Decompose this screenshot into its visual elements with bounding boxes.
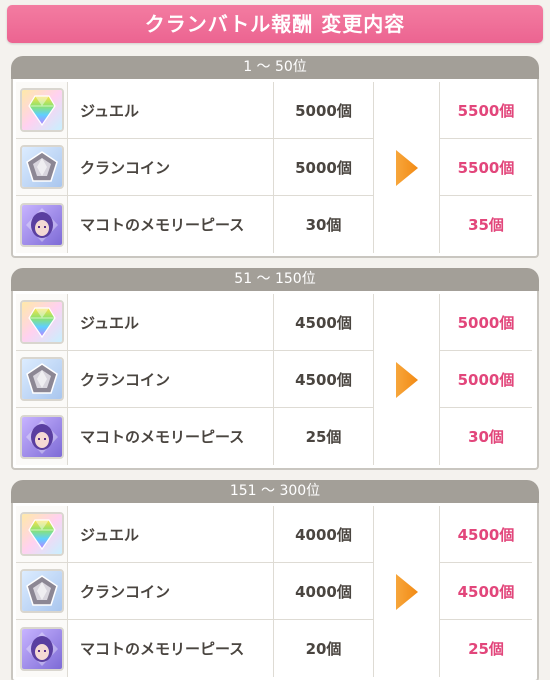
arrow-right-icon	[395, 149, 418, 186]
section-body: ジュエル 5000個 5500個 クランコイン 5000個 5500個 マコトの…	[11, 79, 539, 258]
reward-name: ジュエル	[68, 294, 274, 351]
reward-after: 4500個	[440, 563, 532, 620]
reward-after: 5500個	[440, 139, 532, 196]
reward-after: 5000個	[440, 351, 532, 408]
reward-before: 4500個	[274, 294, 374, 351]
section-body: ジュエル 4500個 5000個 クランコイン 4500個 5000個 マコトの…	[11, 291, 539, 470]
reward-section-rank-51-150: 51 ～ 150位 ジュエル 4500個 5000個 クランコイン 4500個 …	[11, 268, 539, 470]
reward-row-icon	[16, 82, 68, 139]
reward-before: 4500個	[274, 351, 374, 408]
reward-after: 25個	[468, 640, 504, 658]
jewel-icon	[19, 300, 64, 344]
reward-row-icon	[16, 351, 68, 408]
reward-before: 5000個	[274, 82, 374, 139]
page-title: クランバトル報酬 変更内容	[7, 5, 543, 43]
change-arrow	[374, 506, 440, 677]
reward-before: 30個	[274, 196, 374, 253]
makoto-memory-piece-icon	[19, 202, 64, 247]
reward-before: 25個	[274, 408, 374, 465]
reward-section-rank-151-300: 151 ～ 300位 ジュエル 4000個 4500個 クランコイン 4000個…	[11, 480, 539, 680]
clan-coin-icon	[19, 145, 64, 189]
clan-coin-icon	[19, 569, 64, 613]
jewel-icon	[19, 512, 64, 556]
reward-name: ジュエル	[68, 506, 274, 563]
reward-name: ジュエル	[68, 82, 274, 139]
reward-name: マコトのメモリーピース	[68, 408, 274, 465]
reward-after: 4500個	[440, 506, 532, 563]
clan-coin-icon	[19, 357, 64, 401]
reward-table: ジュエル 5000個 5500個 クランコイン 5000個 5500個 マコトの…	[16, 82, 534, 253]
reward-after: 5500個	[440, 82, 532, 139]
reward-name: マコトのメモリーピース	[68, 620, 274, 677]
makoto-memory-piece-icon	[19, 626, 64, 671]
reward-after: 30個	[468, 428, 504, 446]
reward-before: 4000個	[274, 563, 374, 620]
reward-name: マコトのメモリーピース	[68, 196, 274, 253]
reward-before: 5000個	[274, 139, 374, 196]
section-header: 1 ～ 50位	[11, 56, 539, 79]
reward-section-rank-1-50: 1 ～ 50位 ジュエル 5000個 5500個 クランコイン 5000個 55…	[11, 56, 539, 258]
reward-table: ジュエル 4000個 4500個 クランコイン 4000個 4500個 マコトの…	[16, 506, 534, 677]
reward-row-icon	[16, 620, 68, 677]
reward-row-icon	[16, 294, 68, 351]
jewel-icon	[19, 88, 64, 132]
reward-row-icon	[16, 563, 68, 620]
reward-before: 4000個	[274, 506, 374, 563]
reward-after: 5000個	[440, 294, 532, 351]
reward-row-icon	[16, 196, 68, 253]
arrow-right-icon	[395, 361, 418, 398]
reward-name: クランコイン	[68, 563, 274, 620]
reward-row-icon	[16, 408, 68, 465]
makoto-memory-piece-icon	[19, 414, 64, 459]
reward-name: クランコイン	[68, 351, 274, 408]
section-body: ジュエル 4000個 4500個 クランコイン 4000個 4500個 マコトの…	[11, 503, 539, 680]
section-header: 51 ～ 150位	[11, 268, 539, 291]
reward-table: ジュエル 4500個 5000個 クランコイン 4500個 5000個 マコトの…	[16, 294, 534, 465]
reward-row-icon	[16, 139, 68, 196]
reward-before: 20個	[274, 620, 374, 677]
reward-after: 35個	[468, 216, 504, 234]
reward-name: クランコイン	[68, 139, 274, 196]
arrow-right-icon	[395, 573, 418, 610]
reward-row-icon	[16, 506, 68, 563]
section-header: 151 ～ 300位	[11, 480, 539, 503]
change-arrow	[374, 82, 440, 253]
change-arrow	[374, 294, 440, 465]
